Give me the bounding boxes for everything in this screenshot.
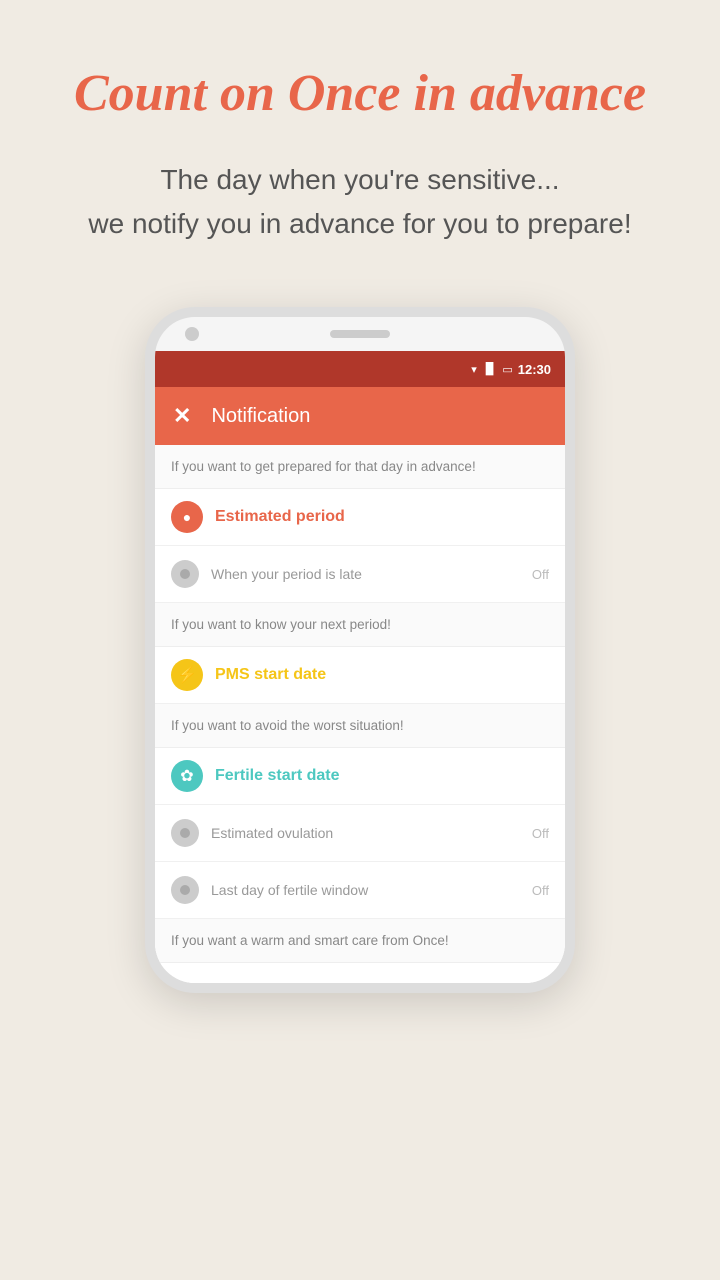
- phone-bottom: [155, 963, 565, 983]
- wifi-icon: ▾: [471, 363, 477, 376]
- estimated-ovulation-icon-inner: [180, 828, 190, 838]
- period-icon-shape: ●: [183, 509, 191, 525]
- app-content: If you want to get prepared for that day…: [155, 445, 565, 983]
- status-time: 12:30: [518, 362, 551, 377]
- section-header-1: ⚡ PMS start date: [155, 647, 565, 704]
- section-desc-2: If you want to avoid the worst situation…: [155, 704, 565, 748]
- last-fertile-day-state: Off: [532, 883, 549, 898]
- phone-speaker: [330, 330, 390, 338]
- hero-title: Count on Once in advance: [34, 60, 686, 128]
- phone-camera: [185, 327, 199, 341]
- status-icons: ▾ ▐▌ ▭ 12:30: [471, 362, 551, 377]
- last-fertile-icon-circle: [171, 876, 199, 904]
- hero-subtitle-line2: we notify you in advance for you to prep…: [88, 208, 631, 239]
- section-desc-1: If you want to know your next period!: [155, 603, 565, 647]
- footer-desc: If you want a warm and smart care from O…: [155, 919, 565, 963]
- fertile-icon: ✿: [171, 760, 203, 792]
- header-title: Notification: [211, 405, 310, 428]
- battery-icon: ▭: [502, 363, 512, 376]
- estimated-ovulation-label: Estimated ovulation: [211, 825, 520, 841]
- section-header-2: ✿ Fertile start date: [155, 748, 565, 805]
- hero-subtitle: The day when you're sensitive... we noti…: [48, 158, 671, 248]
- late-period-icon-inner: [180, 569, 190, 579]
- estimated-ovulation-toggle-row[interactable]: Estimated ovulation Off: [155, 805, 565, 862]
- hero-subtitle-line1: The day when you're sensitive...: [160, 164, 559, 195]
- fertile-label: Fertile start date: [215, 767, 339, 785]
- last-fertile-day-label: Last day of fertile window: [211, 882, 520, 898]
- section-desc-0: If you want to get prepared for that day…: [155, 445, 565, 489]
- section-header-0: ● Estimated period: [155, 489, 565, 546]
- last-fertile-day-toggle-row[interactable]: Last day of fertile window Off: [155, 862, 565, 919]
- last-fertile-icon-inner: [180, 885, 190, 895]
- pms-label: PMS start date: [215, 666, 326, 684]
- signal-icon: ▐▌: [482, 363, 498, 375]
- late-period-label: When your period is late: [211, 566, 520, 582]
- page-wrapper: Count on Once in advance The day when yo…: [0, 0, 720, 1280]
- late-period-icon-circle: [171, 560, 199, 588]
- estimated-period-icon: ●: [171, 501, 203, 533]
- status-bar: ▾ ▐▌ ▭ 12:30: [155, 351, 565, 387]
- fertile-icon-shape: ✿: [180, 766, 193, 786]
- pms-icon-shape: ⚡: [177, 665, 197, 685]
- pms-icon: ⚡: [171, 659, 203, 691]
- phone-mockup: ▾ ▐▌ ▭ 12:30 ✕ Notification If you want …: [145, 307, 575, 993]
- late-period-state: Off: [532, 567, 549, 582]
- late-period-toggle-row[interactable]: When your period is late Off: [155, 546, 565, 603]
- estimated-ovulation-state: Off: [532, 826, 549, 841]
- close-button[interactable]: ✕: [173, 403, 191, 429]
- estimated-ovulation-icon-circle: [171, 819, 199, 847]
- app-header: ✕ Notification: [155, 387, 565, 445]
- estimated-period-label: Estimated period: [215, 508, 345, 526]
- phone-top-bar: [155, 317, 565, 351]
